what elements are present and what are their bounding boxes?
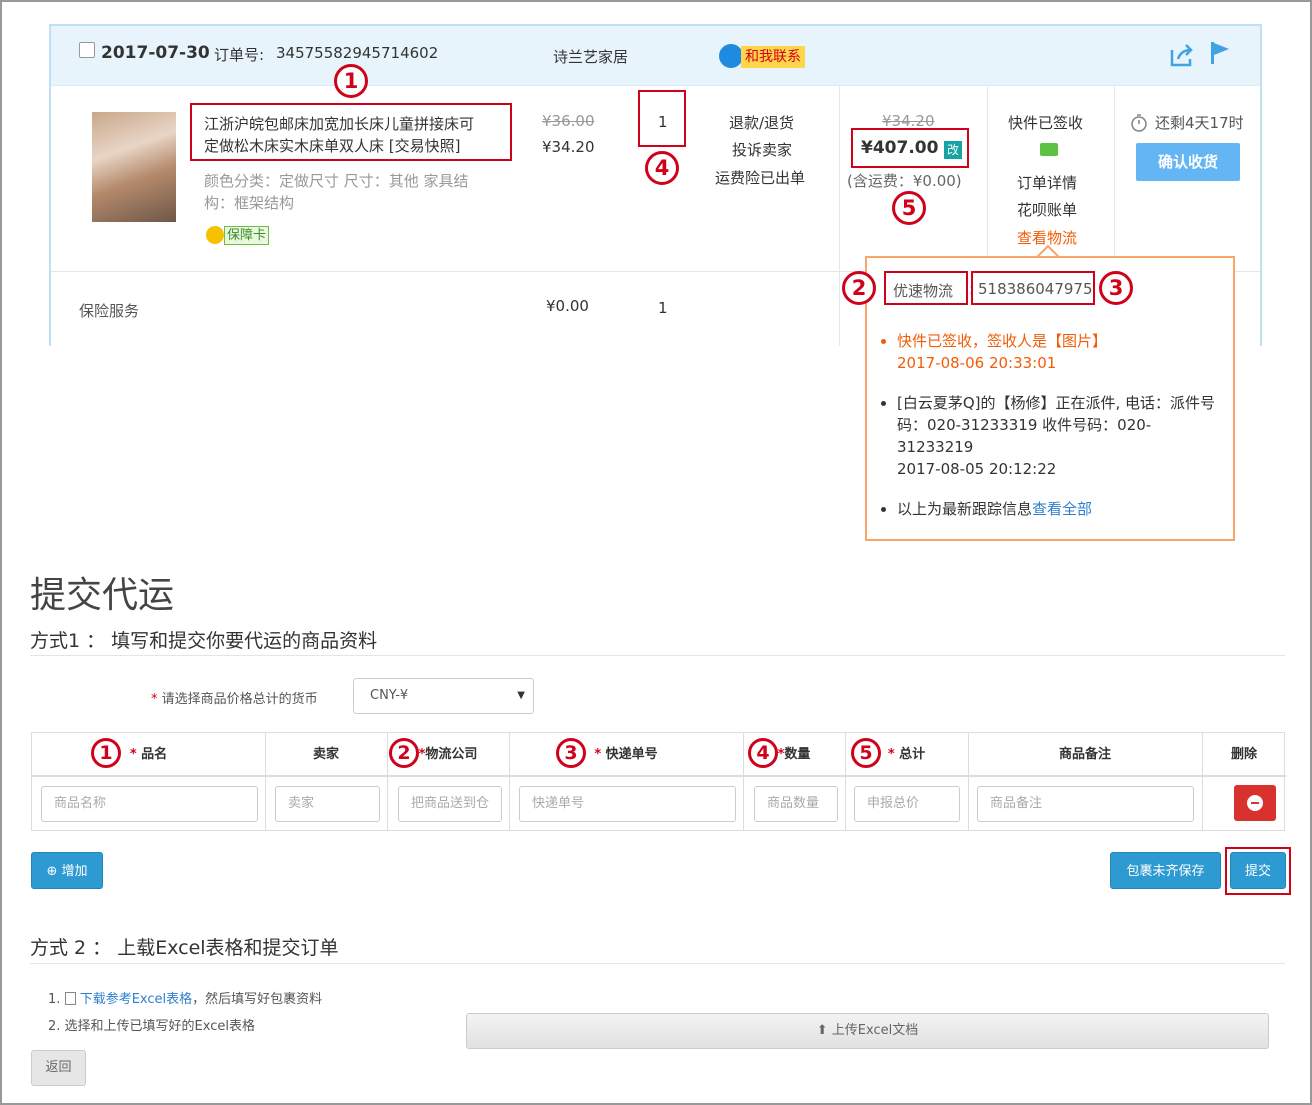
col-divider [743, 733, 744, 830]
step-1: 1. 下载参考Excel表格，然后填写好包裹资料 [48, 992, 323, 1007]
original-price: ¥36.00 [542, 112, 595, 130]
page-title: 提交代运 [30, 575, 175, 616]
guarantee-icon [206, 226, 224, 244]
refund-link[interactable]: 退款/退货 [729, 112, 794, 133]
col-divider [845, 733, 846, 830]
excel-file-icon [64, 992, 76, 1005]
insurance-price: ¥0.00 [546, 297, 589, 315]
col-header-seller: 卖家 [265, 733, 387, 777]
order-number: 3457558294571460​2 [276, 44, 439, 62]
method1-heading: 方式1 ： 填写和提交你要代运的商品资料 [30, 630, 378, 652]
unit-price: ¥34.20 [542, 138, 595, 156]
tracking-item: 快件已签收，签收人是【图片】 2017-08-06 20:33:01 [897, 330, 1217, 374]
view-all-link[interactable]: 查看全部 [1032, 500, 1092, 518]
annotation-box-qty [638, 90, 686, 147]
plus-circle-icon: ⊕ [46, 864, 58, 879]
tracking-item: [白云夏茅Q]的【杨修】正在派件, 电话：派件号码：020-31233319 收… [897, 392, 1217, 480]
add-row-button[interactable]: ⊕ 增加 [31, 852, 103, 889]
goods-table: * 品名 卖家 *物流公司 * 快递单号 *数量 * 总计 商品备注 删除 商品… [31, 732, 1286, 831]
delete-row-button[interactable] [1234, 785, 1276, 821]
marker-4: 4 [748, 738, 778, 768]
order-detail-link[interactable]: 订单详情 [1017, 172, 1077, 193]
upload-icon: ⬆ [816, 1023, 828, 1038]
order-header: 2017-07-30 订单号: 3457558294571460​2 诗兰艺家居… [51, 26, 1260, 86]
col-divider [1114, 86, 1115, 272]
chevron-down-icon: ▼ [517, 690, 525, 701]
product-attrs-line1: 颜色分类：定做尺寸 尺寸：其他 家具结 [204, 172, 469, 190]
order-date: 2017-07-30 [101, 43, 210, 63]
marker-1: 1 [334, 64, 368, 98]
message-icon[interactable] [1040, 143, 1058, 156]
product-name-input[interactable]: 商品名称 [41, 786, 258, 822]
order-checkbox[interactable] [79, 42, 95, 58]
shop-name[interactable]: 诗兰艺家居 [553, 46, 628, 67]
shipping-note: (含运费：¥0.00) [847, 172, 962, 190]
tracking-item: 以上为最新跟踪信息查看全部 [897, 498, 1217, 520]
save-incomplete-button[interactable]: 包裹未齐保存 [1110, 852, 1221, 889]
currency-select[interactable]: CNY-¥ ▼ [353, 678, 534, 714]
share-icon[interactable] [1169, 42, 1195, 68]
marker-1: 1 [91, 738, 121, 768]
submit-button[interactable]: 提交 [1230, 852, 1286, 889]
marker-2: 2 [842, 271, 876, 305]
tracking-number-input[interactable]: 快递单号 [519, 786, 736, 822]
logistics-input[interactable]: 把商品送到仓 [398, 786, 502, 822]
annotation-box-tracking [971, 271, 1095, 305]
timer-icon [1131, 114, 1147, 132]
remark-input[interactable]: 商品备注 [977, 786, 1194, 822]
annotation-box-carrier [884, 271, 968, 305]
order-no-label: 订单号: [214, 46, 265, 64]
marker-5: 5 [892, 191, 926, 225]
annotation-box-title [190, 103, 512, 161]
col-header-delete: 删除 [1202, 733, 1286, 777]
huabei-bill-link[interactable]: 花呗账单 [1017, 199, 1077, 220]
insurance-label: 保险服务 [79, 302, 140, 320]
product-thumbnail[interactable] [92, 112, 176, 222]
col-header-remark: 商品备注 [968, 733, 1202, 777]
product-attrs-line2: 构：框架结构 [204, 194, 295, 212]
col-divider [387, 733, 388, 830]
back-button[interactable]: 返回 [31, 1050, 86, 1086]
flag-icon[interactable] [1209, 40, 1231, 66]
download-template-link[interactable]: 下载参考Excel表格 [80, 992, 192, 1007]
divider [30, 655, 1285, 656]
col-divider [265, 733, 266, 830]
step-2: 2. 选择和上传已填写好的Excel表格 [48, 1019, 255, 1034]
marker-4: 4 [645, 151, 679, 185]
insurance-issued-link[interactable]: 运费险已出单 [715, 167, 805, 188]
complain-link[interactable]: 投诉卖家 [732, 139, 792, 160]
upload-excel-button[interactable]: ⬆ 上传Excel文档 [466, 1013, 1269, 1049]
col-divider [839, 86, 840, 346]
countdown-text: 还剩4天17时 [1155, 114, 1244, 132]
marker-3: 3 [556, 738, 586, 768]
annotation-box-total [851, 128, 969, 168]
quantity-input[interactable]: 商品数量 [754, 786, 838, 822]
confirm-receipt-button[interactable]: 确认收货 [1136, 143, 1240, 181]
minus-circle-icon [1247, 795, 1263, 811]
delivery-status: 快件已签收 [1008, 114, 1084, 132]
marker-3: 3 [1099, 271, 1133, 305]
insurance-quantity: 1 [658, 299, 668, 317]
currency-label: * 请选择商品价格总计的货币 [151, 692, 318, 707]
col-divider [509, 733, 510, 830]
divider [30, 963, 1285, 964]
declared-total-input[interactable]: 申报总价 [854, 786, 960, 822]
method2-heading: 方式 2 ： 上载Excel表格和提交订单 [30, 937, 339, 959]
contact-seller-button[interactable]: 和我联系 [741, 46, 805, 68]
col-divider [968, 733, 969, 830]
marker-2: 2 [389, 738, 419, 768]
guarantee-badge[interactable]: 保障卡 [224, 226, 270, 245]
col-header-tracking: * 快递单号 [509, 733, 743, 777]
col-header-name: * 品名 [32, 733, 265, 777]
col-divider [1202, 733, 1203, 830]
marker-5: 5 [851, 738, 881, 768]
seller-input[interactable]: 卖家 [275, 786, 380, 822]
chat-icon[interactable] [719, 44, 743, 68]
